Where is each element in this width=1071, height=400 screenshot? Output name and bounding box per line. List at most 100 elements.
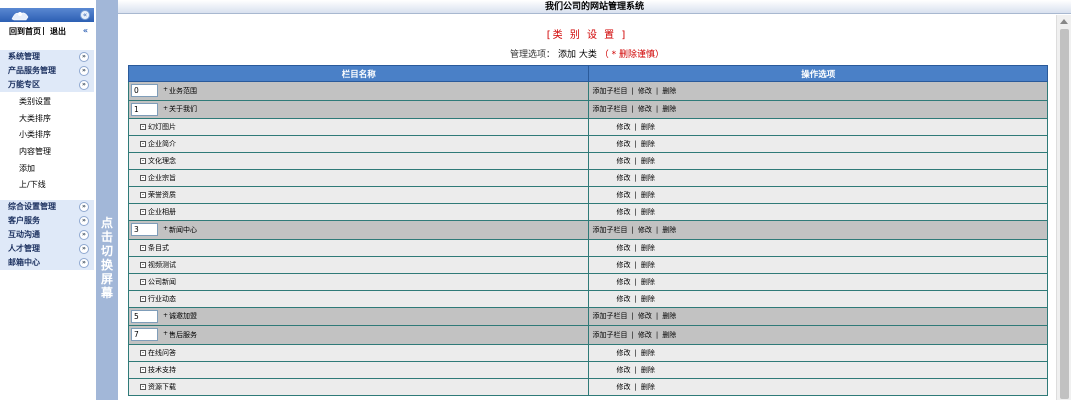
delete-link[interactable]: 删除 xyxy=(641,123,655,131)
menu-item-customer[interactable]: 客户服务 » xyxy=(0,214,94,228)
switch-screen-label[interactable]: 点击切换屏幕 xyxy=(100,216,114,300)
edit-link[interactable]: 修改 xyxy=(638,312,652,320)
chevron-down-icon[interactable]: » xyxy=(79,230,89,240)
edit-link[interactable]: 修改 xyxy=(616,174,630,182)
edit-link[interactable]: 修改 xyxy=(616,140,630,148)
delete-link[interactable]: 删除 xyxy=(662,226,676,234)
delete-link[interactable]: 删除 xyxy=(641,157,655,165)
submenu-item-online[interactable]: 上/下线 xyxy=(0,177,94,194)
submenu-item-small-sort[interactable]: 小类排序 xyxy=(0,127,94,144)
delete-link[interactable]: 删除 xyxy=(662,105,676,113)
expand-icon[interactable]: + xyxy=(163,105,168,112)
collapse-icon[interactable]: - xyxy=(140,349,146,356)
edit-link[interactable]: 修改 xyxy=(638,87,652,95)
edit-link[interactable]: 修改 xyxy=(616,366,630,374)
home-link[interactable]: 回到首页 xyxy=(9,26,41,37)
delete-link[interactable]: 删除 xyxy=(641,278,655,286)
sort-order-input[interactable] xyxy=(131,84,158,98)
expand-icon[interactable]: + xyxy=(163,225,168,232)
collapse-icon[interactable]: - xyxy=(140,192,146,198)
add-child-link[interactable]: 添加子栏目 xyxy=(592,312,627,320)
collapse-icon[interactable]: - xyxy=(140,383,146,390)
edit-link[interactable]: 修改 xyxy=(616,157,630,165)
chevron-up-icon[interactable]: » xyxy=(79,80,89,90)
collapse-icon[interactable]: - xyxy=(140,261,146,268)
delete-link[interactable]: 删除 xyxy=(641,140,655,148)
chevron-down-icon[interactable]: » xyxy=(79,52,89,62)
expand-icon[interactable]: + xyxy=(163,330,168,337)
submenu-item-content[interactable]: 内容管理 xyxy=(0,144,94,161)
delete-link[interactable]: 删除 xyxy=(662,312,676,320)
edit-link[interactable]: 修改 xyxy=(616,208,630,216)
edit-link[interactable]: 修改 xyxy=(616,383,630,391)
table-row: - 企业相册 修改 | 删除 xyxy=(127,203,1048,221)
chevron-down-icon[interactable]: » xyxy=(79,66,89,76)
add-child-link[interactable]: 添加子栏目 xyxy=(592,105,627,113)
menu-item-mail[interactable]: 邮箱中心 » xyxy=(0,256,94,270)
edit-link[interactable]: 修改 xyxy=(616,123,630,131)
delete-link[interactable]: 删除 xyxy=(641,261,655,269)
big-category-link[interactable]: 大类 xyxy=(579,50,597,60)
menu-item-label: 客户服务 xyxy=(8,216,40,225)
delete-link[interactable]: 删除 xyxy=(662,331,676,339)
collapse-icon[interactable]: - xyxy=(140,244,146,251)
add-link[interactable]: 添加 xyxy=(558,50,576,60)
collapse-icon[interactable]: - xyxy=(140,158,146,164)
menu-item-label: 互动沟通 xyxy=(8,230,40,239)
collapse-icon[interactable]: - xyxy=(140,124,146,130)
collapse-icon[interactable]: - xyxy=(140,175,146,181)
submenu-item-big-sort[interactable]: 大类排序 xyxy=(0,111,94,128)
collapse-icon[interactable]: - xyxy=(140,141,146,147)
switch-screen-bar[interactable]: 点击切换屏幕 xyxy=(96,0,118,400)
chevron-down-icon[interactable]: » xyxy=(79,216,89,226)
edit-link[interactable]: 修改 xyxy=(616,295,630,303)
delete-link[interactable]: 删除 xyxy=(641,349,655,357)
sort-order-input[interactable] xyxy=(131,309,158,323)
delete-link[interactable]: 删除 xyxy=(641,366,655,374)
delete-link[interactable]: 删除 xyxy=(641,191,655,199)
collapse-icon[interactable]: « xyxy=(83,26,88,35)
submenu-item-category[interactable]: 类别设置 xyxy=(0,94,94,111)
delete-link[interactable]: 删除 xyxy=(641,295,655,303)
collapse-icon[interactable]: - xyxy=(140,278,146,285)
menu-item-universal[interactable]: 万能专区 » xyxy=(0,78,94,92)
chevron-down-icon[interactable]: » xyxy=(79,258,89,268)
logout-link[interactable]: 退出 xyxy=(50,26,66,37)
delete-link[interactable]: 删除 xyxy=(641,208,655,216)
edit-link[interactable]: 修改 xyxy=(616,278,630,286)
menu-item-talent[interactable]: 人才管理 » xyxy=(0,242,94,256)
edit-link[interactable]: 修改 xyxy=(616,261,630,269)
expand-icon[interactable]: + xyxy=(163,86,168,93)
add-child-link[interactable]: 添加子栏目 xyxy=(592,331,627,339)
vertical-scrollbar[interactable] xyxy=(1056,15,1071,400)
collapse-icon[interactable]: - xyxy=(140,209,146,215)
add-child-link[interactable]: 添加子栏目 xyxy=(592,87,627,95)
chevron-down-icon[interactable]: » xyxy=(79,244,89,254)
delete-link[interactable]: 删除 xyxy=(641,174,655,182)
menu-item-products[interactable]: 产品服务管理 » xyxy=(0,64,94,78)
edit-link[interactable]: 修改 xyxy=(616,191,630,199)
submenu-item-add[interactable]: 添加 xyxy=(0,161,94,178)
menu-item-interaction[interactable]: 互动沟通 » xyxy=(0,228,94,242)
expand-icon[interactable]: + xyxy=(163,312,168,319)
sort-order-input[interactable] xyxy=(131,102,158,116)
delete-link[interactable]: 删除 xyxy=(641,244,655,252)
delete-link[interactable]: 删除 xyxy=(662,87,676,95)
edit-link[interactable]: 修改 xyxy=(638,105,652,113)
scroll-thumb[interactable] xyxy=(1060,29,1069,399)
add-child-link[interactable]: 添加子栏目 xyxy=(592,226,627,234)
sidebar-toggle-icon[interactable]: « xyxy=(80,10,90,20)
menu-item-settings[interactable]: 综合设置管理 » xyxy=(0,200,94,214)
sort-order-input[interactable] xyxy=(131,328,158,342)
delete-link[interactable]: 删除 xyxy=(641,383,655,391)
scroll-up-icon[interactable] xyxy=(1060,19,1068,24)
menu-item-system[interactable]: 系统管理 » xyxy=(0,50,94,64)
sort-order-input[interactable] xyxy=(131,223,158,237)
edit-link[interactable]: 修改 xyxy=(616,244,630,252)
chevron-down-icon[interactable]: » xyxy=(79,202,89,212)
edit-link[interactable]: 修改 xyxy=(638,331,652,339)
edit-link[interactable]: 修改 xyxy=(638,226,652,234)
edit-link[interactable]: 修改 xyxy=(616,349,630,357)
collapse-icon[interactable]: - xyxy=(140,295,146,302)
collapse-icon[interactable]: - xyxy=(140,366,146,373)
